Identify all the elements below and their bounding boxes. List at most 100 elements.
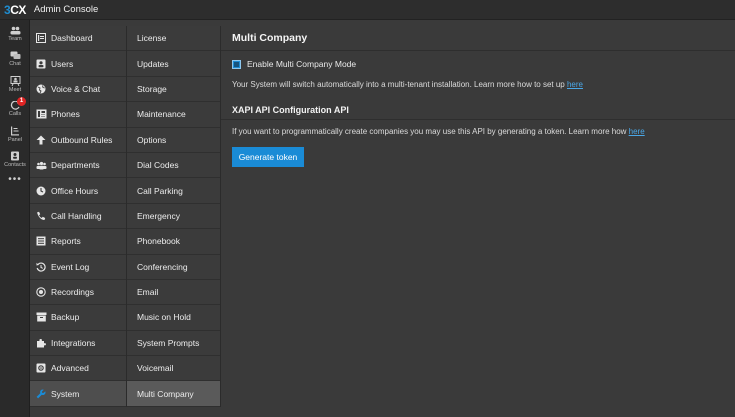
subnav-label: Phonebook <box>137 236 181 247</box>
gear-icon <box>35 362 47 374</box>
meet-icon <box>10 76 20 86</box>
subnav-item-voicemail[interactable]: Voicemail <box>127 356 220 382</box>
subnav-item-system-prompts[interactable]: System Prompts <box>127 331 220 357</box>
nav-label: Departments <box>51 160 100 171</box>
nav-label: Reports <box>51 236 81 247</box>
subnav-label: Call Parking <box>137 185 183 196</box>
rail-item-contacts[interactable]: Contacts <box>0 145 30 170</box>
subnav-label: Multi Company <box>137 388 194 399</box>
switch-text: Your System will switch automatically in… <box>232 80 567 89</box>
subnav-item-email[interactable]: Email <box>127 280 220 306</box>
nav-item-call-handling[interactable]: Call Handling <box>30 204 126 230</box>
reports-icon <box>35 235 47 247</box>
calls-badge: 1 <box>17 97 26 106</box>
nav-label: Recordings <box>51 287 94 298</box>
rail-item-panel[interactable]: Panel <box>0 120 30 145</box>
nav-item-integrations[interactable]: Integrations <box>30 331 126 357</box>
sub-nav: License Updates Storage Maintenance Opti… <box>127 26 221 407</box>
nav-item-voice-chat[interactable]: Voice & Chat <box>30 77 126 103</box>
phone-device-icon <box>35 108 47 120</box>
nav-label: Users <box>51 58 74 69</box>
nav-item-recordings[interactable]: Recordings <box>30 280 126 306</box>
nav-item-advanced[interactable]: Advanced <box>30 356 126 382</box>
subnav-item-maintenance[interactable]: Maintenance <box>127 102 220 128</box>
nav-label: Office Hours <box>51 185 99 196</box>
nav-item-reports[interactable]: Reports <box>30 229 126 255</box>
nav-item-outbound-rules[interactable]: Outbound Rules <box>30 128 126 153</box>
subnav-item-dial-codes[interactable]: Dial Codes <box>127 153 220 179</box>
nav-label: Outbound Rules <box>51 134 113 145</box>
main-content: Multi Company Enable Multi Company Mode … <box>221 26 735 407</box>
subnav-label: Options <box>137 134 167 145</box>
nav-label: Integrations <box>51 337 96 348</box>
subnav-item-multi-company[interactable]: Multi Company <box>127 381 220 407</box>
subnav-item-license[interactable]: License <box>127 26 220 52</box>
subnav-item-call-parking[interactable]: Call Parking <box>127 178 220 204</box>
api-text: If you want to programmatically create c… <box>232 127 629 136</box>
rail-label: Meet <box>8 87 22 93</box>
nav-label: Phones <box>51 109 80 120</box>
enable-multi-company-checkbox[interactable] <box>232 59 241 69</box>
subnav-label: Emergency <box>137 210 180 221</box>
team-icon <box>10 26 20 35</box>
globe-icon <box>35 83 47 95</box>
nav-item-event-log[interactable]: Event Log <box>30 255 126 280</box>
group-icon <box>35 159 47 171</box>
page-title: Multi Company <box>221 26 735 51</box>
wrench-icon <box>35 388 47 400</box>
rail-item-chat[interactable]: Chat <box>0 45 30 70</box>
rail-label: Contacts <box>4 162 26 168</box>
rail-label: Chat <box>9 61 21 67</box>
api-section-title: XAPI API Configuration API <box>221 101 735 120</box>
subnav-label: Email <box>137 287 159 298</box>
logo[interactable]: 3CX <box>4 3 26 17</box>
rail-item-team[interactable]: Team <box>0 20 30 45</box>
nav-item-office-hours[interactable]: Office Hours <box>30 178 126 204</box>
more-button[interactable]: ••• <box>0 170 30 188</box>
rail-item-meet[interactable]: Meet <box>0 70 30 95</box>
nav-item-users[interactable]: Users <box>30 51 126 77</box>
subnav-item-conferencing[interactable]: Conferencing <box>127 255 220 280</box>
nav-label: Event Log <box>51 261 90 272</box>
subnav-label: Storage <box>137 83 167 94</box>
subnav-label: Conferencing <box>137 261 188 272</box>
left-rail: Team Chat Meet 1 Calls Panel Contacts ••… <box>0 20 30 417</box>
enable-multi-company-label: Enable Multi Company Mode <box>247 59 357 69</box>
api-help-link[interactable]: here <box>629 127 645 136</box>
handset-icon <box>35 210 47 222</box>
nav-label: Backup <box>51 312 80 323</box>
subnav-item-storage[interactable]: Storage <box>127 77 220 103</box>
rail-label: Calls <box>8 111 22 117</box>
subnav-label: Voicemail <box>137 363 174 374</box>
enable-multi-company-row: Enable Multi Company Mode <box>232 59 356 69</box>
nav-label: System <box>51 388 80 399</box>
subnav-label: Updates <box>137 58 169 69</box>
nav-label: Call Handling <box>51 210 102 221</box>
app-title: Admin Console <box>33 4 99 15</box>
record-icon <box>35 286 47 298</box>
rail-label: Team <box>8 36 22 42</box>
nav-item-phones[interactable]: Phones <box>30 102 126 128</box>
nav-item-dashboard[interactable]: Dashboard <box>30 26 126 52</box>
generate-token-button[interactable]: Generate token <box>232 147 304 167</box>
puzzle-icon <box>35 337 47 349</box>
nav-item-departments[interactable]: Departments <box>30 153 126 179</box>
api-description: If you want to programmatically create c… <box>232 127 645 136</box>
subnav-item-emergency[interactable]: Emergency <box>127 204 220 230</box>
history-icon <box>35 261 47 273</box>
nav-item-system[interactable]: System <box>30 381 126 407</box>
subnav-label: Dial Codes <box>137 160 179 171</box>
rail-item-calls[interactable]: 1 Calls <box>0 95 30 120</box>
nav-label: Voice & Chat <box>51 83 101 94</box>
subnav-item-music-on-hold[interactable]: Music on Hold <box>127 305 220 331</box>
nav-item-backup[interactable]: Backup <box>30 305 126 331</box>
subnav-item-phonebook[interactable]: Phonebook <box>127 229 220 255</box>
user-icon <box>35 58 47 70</box>
subnav-label: Maintenance <box>137 109 186 120</box>
dashboard-icon <box>35 32 47 44</box>
setup-help-link[interactable]: here <box>567 80 583 89</box>
nav-label: Advanced <box>51 363 89 374</box>
subnav-item-options[interactable]: Options <box>127 128 220 153</box>
rail-label: Panel <box>7 137 23 143</box>
subnav-item-updates[interactable]: Updates <box>127 51 220 77</box>
